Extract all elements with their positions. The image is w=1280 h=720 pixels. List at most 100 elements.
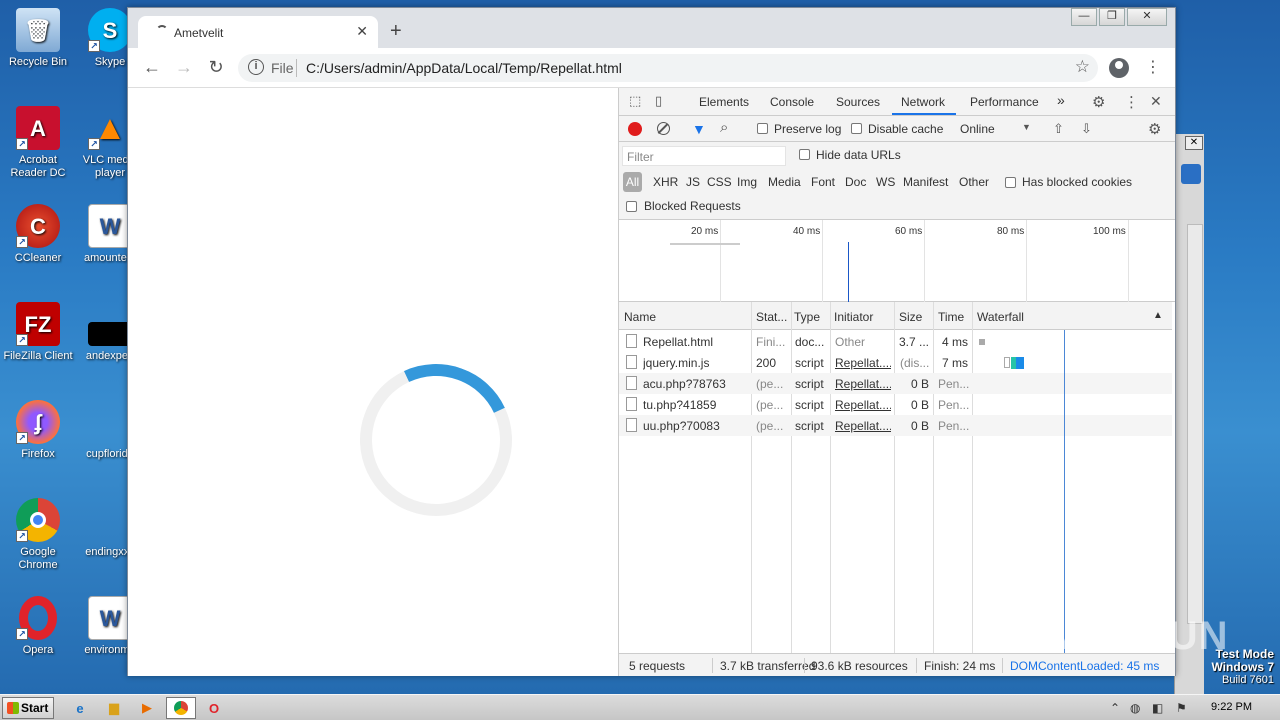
- export-har-icon[interactable]: ⇩: [1081, 121, 1092, 137]
- cell-initiator-link[interactable]: Repellat....: [835, 398, 891, 412]
- search-icon[interactable]: ⌕: [720, 119, 728, 136]
- back-icon[interactable]: ←: [140, 57, 164, 78]
- type-filter-xhr[interactable]: XHR: [653, 175, 678, 189]
- tab-network[interactable]: Network: [901, 95, 945, 109]
- address-bar[interactable]: i File C:/Users/admin/AppData/Local/Temp…: [238, 54, 1098, 82]
- close-window-button[interactable]: ✕: [1127, 8, 1167, 26]
- table-row[interactable]: tu.php?41859 (pe... script Repellat.... …: [619, 394, 1172, 415]
- more-tabs-icon[interactable]: »: [1057, 92, 1065, 108]
- close-icon[interactable]: ✕: [1185, 136, 1203, 150]
- profile-icon[interactable]: [1109, 58, 1129, 78]
- device-toolbar-icon[interactable]: ▯: [655, 93, 662, 109]
- devtools-menu-icon[interactable]: ⋮: [1124, 93, 1139, 111]
- anyrun-watermark: ANY RUN: [1040, 614, 1229, 658]
- desktop-icon-label: FileZilla Client: [3, 350, 73, 362]
- close-devtools-icon[interactable]: ✕: [1150, 93, 1162, 110]
- start-button[interactable]: Start: [2, 697, 54, 719]
- type-filter-font[interactable]: Font: [811, 175, 835, 189]
- network-icon[interactable]: ◍: [1130, 701, 1140, 715]
- bookmark-star-icon[interactable]: ☆: [1075, 57, 1090, 77]
- inspect-element-icon[interactable]: ⬚: [629, 93, 641, 109]
- blocked-requests-checkbox[interactable]: [626, 201, 637, 212]
- table-row[interactable]: acu.php?78763 (pe... script Repellat....…: [619, 373, 1172, 394]
- grid-line: [924, 220, 925, 302]
- forward-icon[interactable]: →: [172, 57, 196, 78]
- cell-initiator-link[interactable]: Repellat....: [835, 419, 891, 433]
- info-icon[interactable]: i: [248, 59, 264, 75]
- scrollbar[interactable]: [1187, 224, 1203, 624]
- type-filter-img[interactable]: Img: [737, 175, 757, 189]
- tab-ametvelit[interactable]: Ametvelit ✕: [138, 16, 378, 48]
- column-initiator[interactable]: Initiator: [834, 310, 873, 324]
- explorer-folder-icon[interactable]: ▆: [102, 697, 126, 719]
- column-type[interactable]: Type: [794, 310, 820, 324]
- table-row[interactable]: uu.php?70083 (pe... script Repellat.... …: [619, 415, 1172, 436]
- settings-gear-icon[interactable]: ⚙: [1092, 93, 1105, 111]
- divider: [1002, 658, 1003, 673]
- cell-initiator-link[interactable]: Repellat....: [835, 377, 891, 391]
- url-text[interactable]: C:/Users/admin/AppData/Local/Temp/Repell…: [306, 60, 622, 76]
- reload-icon[interactable]: ↻: [204, 57, 228, 78]
- desktop-icon-opera[interactable]: ↗ Opera: [0, 596, 76, 657]
- volume-icon[interactable]: ◧: [1152, 701, 1163, 715]
- desktop-icon-ccleaner[interactable]: C ↗ CCleaner: [0, 204, 76, 265]
- action-center-flag-icon[interactable]: ⚑: [1176, 701, 1187, 715]
- desktop-icon-firefox[interactable]: ʄ ↗ Firefox: [0, 400, 76, 461]
- tab-sources[interactable]: Sources: [836, 95, 880, 109]
- network-settings-icon[interactable]: ⚙: [1148, 120, 1161, 138]
- record-icon[interactable]: [628, 122, 642, 136]
- type-filter-other[interactable]: Other: [959, 175, 989, 189]
- tab-console[interactable]: Console: [770, 95, 814, 109]
- type-filter-all[interactable]: All: [623, 172, 642, 192]
- media-player-icon[interactable]: ▶: [135, 697, 159, 719]
- ie-icon[interactable]: e: [68, 697, 92, 719]
- column-waterfall[interactable]: Waterfall: [977, 310, 1024, 324]
- column-name[interactable]: Name: [624, 310, 656, 324]
- has-blocked-cookies-checkbox[interactable]: [1005, 177, 1016, 188]
- tab-performance[interactable]: Performance: [970, 95, 1039, 109]
- hide-data-urls-checkbox[interactable]: [799, 149, 810, 160]
- desktop-icon-filezilla[interactable]: FZ ↗ FileZilla Client: [0, 302, 76, 363]
- divider: [916, 658, 917, 673]
- import-har-icon[interactable]: ⇧: [1053, 121, 1064, 137]
- type-filter-js[interactable]: JS: [686, 175, 700, 189]
- menu-kebab-icon[interactable]: ⋮: [1145, 57, 1161, 77]
- clear-icon[interactable]: [657, 122, 670, 135]
- filter-input[interactable]: Filter: [622, 146, 786, 166]
- tab-title: Ametvelit: [174, 26, 224, 40]
- disable-cache-checkbox[interactable]: [851, 123, 862, 134]
- tab-close-icon[interactable]: ✕: [356, 23, 368, 40]
- show-hidden-icons-icon[interactable]: ⌃: [1110, 701, 1120, 715]
- cell-initiator-link[interactable]: Repellat....: [835, 356, 891, 370]
- document-icon: [626, 397, 637, 411]
- opera-taskbar-icon[interactable]: O: [202, 697, 226, 719]
- minimize-button[interactable]: —: [1071, 8, 1097, 26]
- tab-elements[interactable]: Elements: [699, 95, 749, 109]
- type-filter-media[interactable]: Media: [768, 175, 801, 189]
- desktop-icon-acrobat[interactable]: A ↗ Acrobat Reader DC: [0, 106, 76, 180]
- desktop-icon-chrome[interactable]: ↗ Google Chrome: [0, 498, 76, 572]
- preserve-log-checkbox[interactable]: [757, 123, 768, 134]
- type-filter-manifest[interactable]: Manifest: [903, 175, 948, 189]
- column-time[interactable]: Time: [938, 310, 964, 324]
- clock[interactable]: 9:22 PM: [1211, 701, 1252, 713]
- search-icon[interactable]: [1181, 164, 1201, 184]
- cell-name: jquery.min.js: [643, 356, 710, 370]
- type-filter-css[interactable]: CSS: [707, 175, 732, 189]
- throttling-select[interactable]: Online: [960, 122, 995, 136]
- cell-time: Pen...: [938, 419, 970, 433]
- sort-triangle-icon[interactable]: ▲: [1153, 310, 1163, 321]
- chevron-down-icon[interactable]: ▼: [1022, 122, 1031, 132]
- column-status[interactable]: Stat...: [756, 310, 787, 324]
- table-row[interactable]: jquery.min.js 200 script Repellat.... (d…: [619, 352, 1172, 373]
- type-filter-doc[interactable]: Doc: [845, 175, 866, 189]
- table-row[interactable]: Repellat.html Fini... doc... Other 3.7 .…: [619, 331, 1172, 352]
- column-size[interactable]: Size: [899, 310, 922, 324]
- chrome-taskbar-icon[interactable]: [166, 697, 196, 719]
- maximize-button[interactable]: ❐: [1099, 8, 1125, 26]
- desktop-icon-recycle-bin[interactable]: 🗑 Recycle Bin: [0, 8, 76, 69]
- overview-tick: 80 ms: [997, 226, 1025, 237]
- filter-icon[interactable]: ▼: [692, 121, 706, 137]
- type-filter-ws[interactable]: WS: [876, 175, 895, 189]
- new-tab-button[interactable]: +: [390, 20, 402, 43]
